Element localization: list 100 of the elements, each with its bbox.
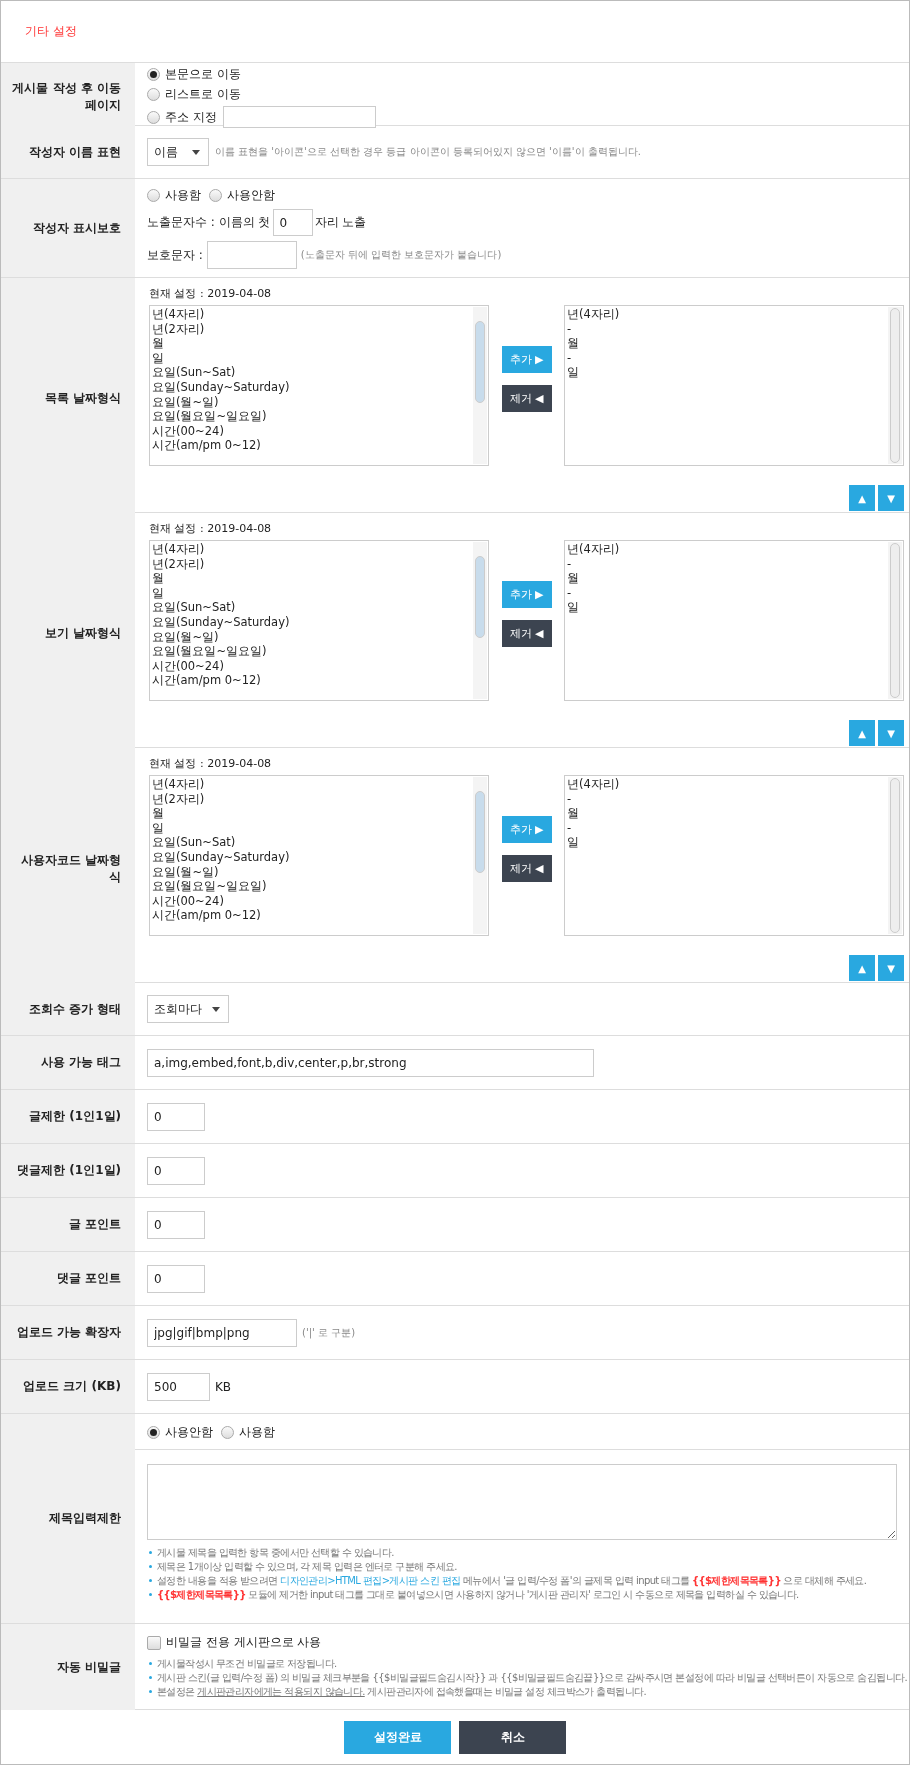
radio-option[interactable]: 본문으로 이동 xyxy=(147,66,241,83)
date-format-listbox[interactable]: 년(4자리) - 월 - 일 xyxy=(564,305,904,466)
text-field[interactable]: jpg|gif|bmp|png xyxy=(147,1318,297,1347)
text-field[interactable]: 0 xyxy=(147,1156,205,1185)
remove-button[interactable]: 제거 ◀ xyxy=(501,855,552,882)
row-label: 제목입력제한 xyxy=(1,1414,135,1623)
text-field[interactable]: 0 xyxy=(147,1210,205,1239)
hint-text: 이름 표현을 '아이콘'으로 선택한 경우 등급 아이콘이 등록되어있지 않으면 '이름'이 출력됩니다. xyxy=(215,145,641,159)
date-format-listbox[interactable]: 년(4자리) - 월 - 일 xyxy=(564,540,904,701)
scrollbar[interactable] xyxy=(473,542,487,699)
note-text: 제목은 1개이상 입력할 수 있으며, 각 제목 입력은 엔터로 구분해 주세요. xyxy=(147,1560,897,1573)
list-option[interactable]: 요일(월요일~일요일) xyxy=(152,879,472,894)
list-option[interactable]: - xyxy=(567,321,887,337)
list-option[interactable]: 년(4자리) xyxy=(152,307,472,322)
list-option[interactable]: 일 xyxy=(567,365,887,380)
list-option[interactable]: - xyxy=(567,350,887,366)
row-label: 업로드 크기 (KB) xyxy=(1,1360,135,1413)
list-option[interactable]: 요일(Sun~Sat) xyxy=(152,600,472,615)
address-field[interactable] xyxy=(222,106,376,128)
date-format-listbox[interactable]: 년(4자리) - 월 - 일 xyxy=(564,775,904,936)
list-option[interactable]: 년(2자리) xyxy=(152,321,472,337)
text-field[interactable]: 0 xyxy=(147,1264,205,1293)
scrollbar[interactable] xyxy=(888,542,902,699)
radio-option[interactable]: 주소 지정 xyxy=(147,108,217,126)
list-option[interactable]: 월 xyxy=(567,806,887,821)
radio-option[interactable]: 사용안함 xyxy=(209,187,275,204)
list-option[interactable]: 일 xyxy=(567,835,887,850)
list-option[interactable]: 월 xyxy=(152,336,472,351)
scrollbar[interactable] xyxy=(473,307,487,464)
list-option[interactable]: 일 xyxy=(152,820,472,836)
list-option[interactable]: 월 xyxy=(567,336,887,351)
remove-button[interactable]: 제거 ◀ xyxy=(501,385,552,412)
list-option[interactable]: 요일(Sunday~Saturday) xyxy=(152,614,472,630)
note-text: 게시판 스킨(글 입력/수정 폼) 의 비밀글 체크부분을 {{$비밀글필드숨김시작}} 과 {{$비밀글필드숨김끝}}으로 감싸주시면 본설정에 따라 비밀글 선택버튼이 자동으로 숨김됩니다. xyxy=(147,1671,908,1684)
remove-button[interactable]: 제거 ◀ xyxy=(501,620,552,647)
caret-icon xyxy=(192,149,200,155)
row-label: 작성자 표시보호 xyxy=(1,179,135,277)
list-option[interactable]: - xyxy=(567,791,887,807)
protect-char-field[interactable] xyxy=(206,241,297,269)
caret-icon xyxy=(212,1006,220,1012)
list-option[interactable]: 시간(00~24) xyxy=(152,893,472,909)
list-option[interactable]: 요일(Sun~Sat) xyxy=(152,835,472,850)
field-label: 자리 노출 xyxy=(314,214,367,231)
text-field[interactable]: 0 xyxy=(147,1102,205,1131)
list-option[interactable]: 요일(Sunday~Saturday) xyxy=(152,849,472,865)
hint-text: (노출문자 뒤에 입력한 보호문자가 붙습니다) xyxy=(300,248,502,262)
dropdown[interactable]: 이름 xyxy=(147,138,209,166)
scrollbar[interactable] xyxy=(888,307,902,464)
count-field[interactable]: 0 xyxy=(272,209,313,236)
list-option[interactable]: 시간(00~24) xyxy=(152,658,472,674)
list-option[interactable]: 년(4자리) xyxy=(567,307,887,322)
list-option[interactable]: 년(4자리) xyxy=(152,777,472,792)
list-option[interactable]: 년(4자리) xyxy=(567,542,887,557)
list-option[interactable]: 요일(월~일) xyxy=(152,394,472,410)
scrollbar[interactable] xyxy=(888,777,902,934)
list-option[interactable]: 시간(am/pm 0~12) xyxy=(152,673,472,688)
dropdown[interactable]: 조회마다 xyxy=(147,995,229,1023)
list-option[interactable]: 년(2자리) xyxy=(152,556,472,572)
note-text: {{$제한제목목록}} 모듈에 제거한 input 태그를 그대로 붙여넣으시면 사용하지 않거나 '게시판 관리자' 로그인 시 수동으로 제목을 입력하실 수 있습니다. xyxy=(147,1588,897,1601)
list-option[interactable]: 월 xyxy=(152,806,472,821)
text-field[interactable]: 500 xyxy=(147,1372,210,1401)
list-option[interactable]: 년(4자리) xyxy=(567,777,887,792)
date-format-listbox[interactable]: 년(4자리) 년(2자리) 월 일 요일(Sun~Sat) 요일(Sunday~Saturday) 요일(월~일) 요일(월요일~일요일) 시간(00~24) 시간(am/pm 0~12) xyxy=(149,305,489,466)
list-option[interactable]: 요일(Sunday~Saturday) xyxy=(152,379,472,395)
row-label: 자동 비밀글 xyxy=(1,1624,135,1710)
radio-option[interactable]: 리스트로 이동 xyxy=(147,86,241,103)
list-option[interactable]: - xyxy=(567,556,887,572)
list-option[interactable]: 시간(00~24) xyxy=(152,423,472,439)
list-option[interactable]: 요일(월요일~일요일) xyxy=(152,644,472,659)
list-option[interactable]: 월 xyxy=(567,571,887,586)
list-option[interactable]: 요일(Sun~Sat) xyxy=(152,365,472,380)
list-option[interactable]: 일 xyxy=(567,600,887,615)
list-option[interactable]: - xyxy=(567,585,887,601)
note-text: 게시물 제목을 입력한 항목 중에서만 선택할 수 있습니다. xyxy=(147,1546,897,1559)
radio-option[interactable]: 사용함 xyxy=(147,187,201,204)
list-option[interactable]: 요일(월~일) xyxy=(152,629,472,645)
unit-label: KB xyxy=(215,1379,232,1394)
list-option[interactable]: - xyxy=(567,820,887,836)
radio-option[interactable]: 사용함 xyxy=(221,1424,275,1441)
title-list-field[interactable] xyxy=(147,1464,897,1540)
date-format-listbox[interactable]: 년(4자리) 년(2자리) 월 일 요일(Sun~Sat) 요일(Sunday~Saturday) 요일(월~일) 요일(월요일~일요일) 시간(00~24) 시간(am/pm 0~12) xyxy=(149,775,489,936)
scrollbar[interactable] xyxy=(473,777,487,934)
list-option[interactable]: 요일(월요일~일요일) xyxy=(152,409,472,424)
list-option[interactable]: 시간(am/pm 0~12) xyxy=(152,438,472,453)
radio-option[interactable]: 사용안함 xyxy=(147,1424,213,1441)
cancel-button[interactable]: 취소 xyxy=(459,1720,566,1754)
row-label: 댓글제한 (1인1일) xyxy=(1,1144,135,1197)
date-format-listbox[interactable]: 년(4자리) 년(2자리) 월 일 요일(Sun~Sat) 요일(Sunday~Saturday) 요일(월~일) 요일(월요일~일요일) 시간(00~24) 시간(am/pm 0~12) xyxy=(149,540,489,701)
list-option[interactable]: 시간(am/pm 0~12) xyxy=(152,908,472,923)
text-field[interactable]: a,img,embed,font,b,div,center,p,br,strong xyxy=(147,1048,594,1077)
row-label: 글 포인트 xyxy=(1,1198,135,1251)
note-text: 본설정은 게시판관리자에게는 적용되지 않습니다. 게시판관리자에 접속했을때는 비밀글 설정 체크박스가 출력됩니다. xyxy=(147,1685,908,1698)
list-option[interactable]: 요일(월~일) xyxy=(152,864,472,880)
list-option[interactable]: 일 xyxy=(152,585,472,601)
list-option[interactable]: 일 xyxy=(152,350,472,366)
list-option[interactable]: 년(4자리) xyxy=(152,542,472,557)
list-option[interactable]: 월 xyxy=(152,571,472,586)
checkbox[interactable]: 비밀글 전용 게시판으로 사용 xyxy=(147,1634,908,1651)
list-option[interactable]: 년(2자리) xyxy=(152,791,472,807)
current-setting: 현재 설정 : 2019-04-08 xyxy=(149,521,273,536)
